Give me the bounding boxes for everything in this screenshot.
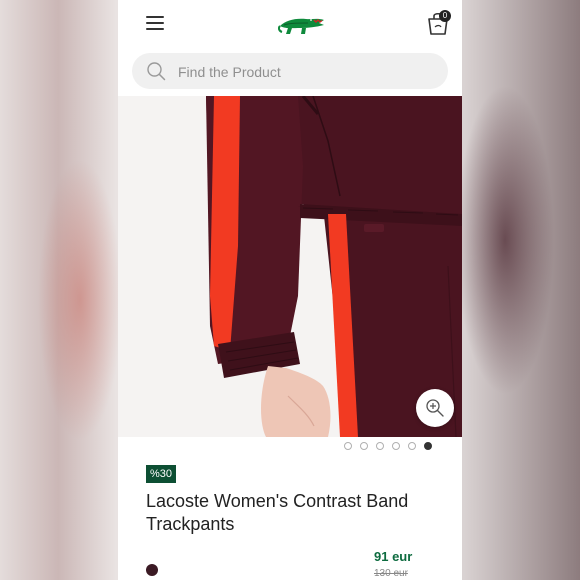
top-header: 0 [118,0,462,48]
color-swatch[interactable] [146,564,158,576]
mobile-product-page: 0 Find the Product %30 Lacoste Women's C… [118,0,462,580]
lacoste-crocodile-logo[interactable] [278,10,326,38]
carousel-dot-5[interactable] [408,442,416,450]
zoom-in-icon [426,399,444,417]
carousel-dot-1[interactable] [344,442,352,450]
product-photo-trackpants [118,96,462,437]
product-title: Lacoste Women's Contrast Band Trackpants [146,491,409,534]
current-price: 91 eur [374,549,413,564]
zoom-button[interactable] [416,389,454,427]
carousel-dot-4[interactable] [392,442,400,450]
product-image[interactable] [118,96,462,437]
search-bar[interactable] [132,53,448,89]
cart-count-badge: 0 [439,10,451,22]
carousel-dot-2[interactable] [360,442,368,450]
search-input[interactable] [176,59,430,85]
carousel-dot-6[interactable] [424,442,432,450]
discount-badge: %30 [146,465,177,483]
hamburger-menu-icon[interactable] [146,16,164,30]
carousel-dot-3[interactable] [376,442,384,450]
search-icon [147,62,166,81]
original-price: 130 eur [374,568,408,579]
